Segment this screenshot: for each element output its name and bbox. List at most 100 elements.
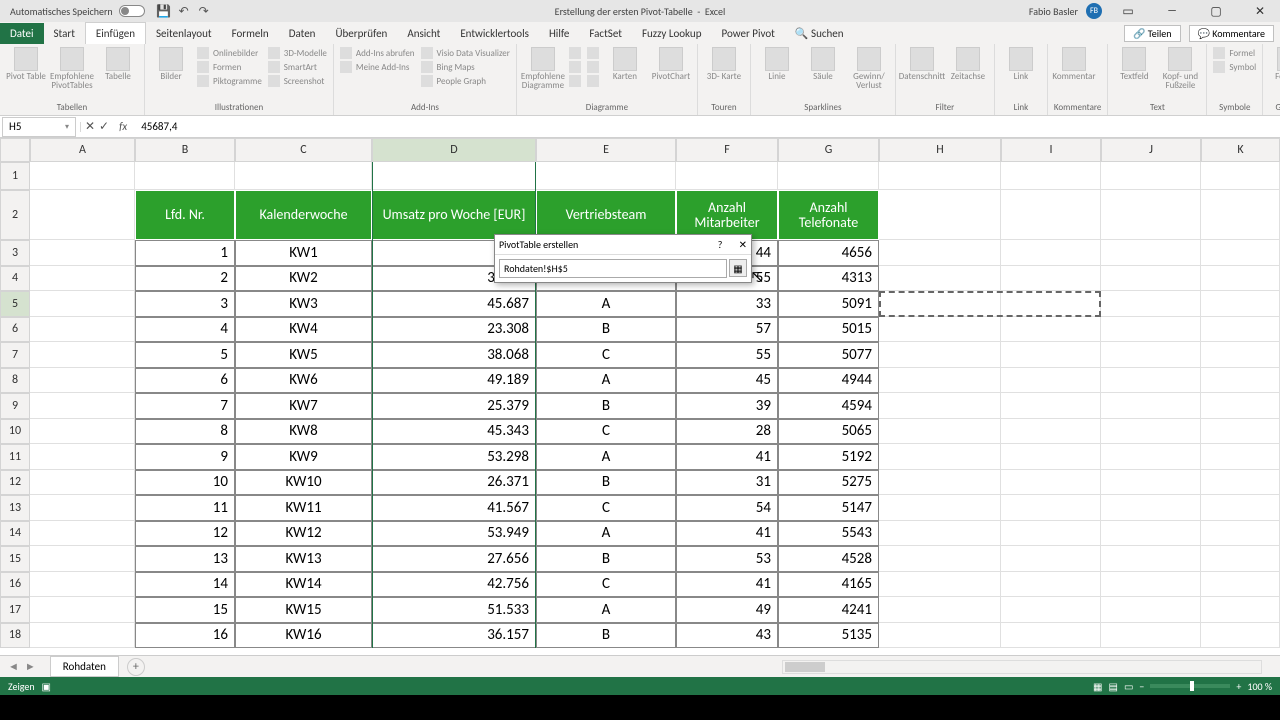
dialog-help-button[interactable]: ? <box>718 238 723 251</box>
sparkline-wl-button[interactable]: Gewinn/ Verlust <box>849 47 889 90</box>
ribbon-options-icon[interactable]: ▭ <box>1110 1 1146 21</box>
online-pics-button[interactable]: Onlinebilder <box>197 47 262 59</box>
horizontal-scrollbar[interactable] <box>782 660 1262 674</box>
sheet-tab-rohdaten[interactable]: Rohdaten <box>50 656 119 677</box>
minimize-icon[interactable]: ― <box>1154 1 1190 21</box>
row-head-8[interactable]: 8 <box>0 368 30 394</box>
prev-sheet-icon[interactable]: ◄ <box>8 660 19 673</box>
link-button[interactable]: Link <box>1001 47 1041 81</box>
pivotchart-button[interactable]: PivotChart <box>651 47 691 81</box>
row-head-10[interactable]: 10 <box>0 419 30 445</box>
row-head-7[interactable]: 7 <box>0 342 30 368</box>
3dmodels-button[interactable]: 3D-Modelle <box>268 47 327 59</box>
pictures-button[interactable]: Bilder <box>151 47 191 81</box>
save-icon[interactable]: 💾 <box>157 4 171 18</box>
row-head-17[interactable]: 17 <box>0 597 30 623</box>
row-head-4[interactable]: 4 <box>0 266 30 292</box>
fx-icon[interactable]: fx <box>111 120 135 133</box>
row-head-14[interactable]: 14 <box>0 521 30 547</box>
comment-button[interactable]: Kommentar <box>1054 47 1094 81</box>
zoom-out-icon[interactable]: − <box>1139 680 1144 693</box>
3dmap-button[interactable]: 3D- Karte <box>704 47 744 81</box>
tab-formulas[interactable]: Formeln <box>222 23 279 44</box>
slicer-button[interactable]: Datenschnitt <box>902 47 942 81</box>
row-head-13[interactable]: 13 <box>0 495 30 521</box>
name-box[interactable]: H5▾ <box>2 117 76 137</box>
row-head-2[interactable]: 2 <box>0 190 30 240</box>
col-head-A[interactable]: A <box>30 138 135 162</box>
row-head-16[interactable]: 16 <box>0 572 30 598</box>
add-sheet-button[interactable]: + <box>127 658 145 676</box>
icons-button[interactable]: Piktogramme <box>197 75 262 87</box>
pivottable-button[interactable]: Pivot Table <box>6 47 46 81</box>
tab-insert[interactable]: Einfügen <box>85 22 146 44</box>
rec-charts-button[interactable]: Empfohlene Diagramme <box>523 47 563 90</box>
zoom-slider[interactable] <box>1150 684 1230 688</box>
sparkline-line-button[interactable]: Linie <box>757 47 797 81</box>
tab-fuzzy[interactable]: Fuzzy Lookup <box>632 23 712 44</box>
row-head-11[interactable]: 11 <box>0 444 30 470</box>
smartart-button[interactable]: SmartArt <box>268 61 327 73</box>
symbol-button[interactable]: Symbol <box>1213 61 1256 73</box>
search-box[interactable]: 🔍 Suchen <box>785 23 854 44</box>
timeline-button[interactable]: Zeitachse <box>948 47 988 81</box>
col-head-I[interactable]: I <box>1001 138 1101 162</box>
table-button[interactable]: Tabelle <box>98 47 138 81</box>
tab-review[interactable]: Überprüfen <box>325 23 397 44</box>
row-head-3[interactable]: 3 <box>0 240 30 266</box>
row-head-18[interactable]: 18 <box>0 623 30 649</box>
tab-view[interactable]: Ansicht <box>397 23 450 44</box>
row-head-15[interactable]: 15 <box>0 546 30 572</box>
undo-icon[interactable]: ↶ <box>177 4 191 18</box>
accept-formula-icon[interactable]: ✓ <box>97 120 111 134</box>
col-head-G[interactable]: G <box>778 138 879 162</box>
tab-data[interactable]: Daten <box>279 23 326 44</box>
row-head-9[interactable]: 9 <box>0 393 30 419</box>
macro-record-icon[interactable]: ▣ <box>41 680 50 693</box>
dialog-expand-button[interactable]: ▦ <box>729 259 747 277</box>
col-head-D[interactable]: D <box>372 138 536 162</box>
col-head-K[interactable]: K <box>1201 138 1280 162</box>
get-addins-button[interactable]: Add-Ins abrufen <box>340 47 415 59</box>
tab-file[interactable]: Datei <box>0 23 44 44</box>
textbox-button[interactable]: Textfeld <box>1114 47 1154 81</box>
col-head-B[interactable]: B <box>135 138 235 162</box>
my-addins-button[interactable]: Meine Add-Ins <box>340 61 415 73</box>
col-head-C[interactable]: C <box>235 138 372 162</box>
row-head-6[interactable]: 6 <box>0 317 30 343</box>
view-pagebreak-icon[interactable]: ▭ <box>1124 680 1133 693</box>
equation-button[interactable]: Formel <box>1213 47 1256 59</box>
col-head-H[interactable]: H <box>879 138 1001 162</box>
select-all-corner[interactable] <box>0 138 30 162</box>
screenshot-button[interactable]: Screenshot <box>268 75 327 87</box>
peoplegraph-button[interactable]: People Graph <box>421 75 510 87</box>
close-icon[interactable]: ✕ <box>1242 1 1278 21</box>
comments-button[interactable]: 💬 Kommentare <box>1189 25 1274 42</box>
maximize-icon[interactable]: ▢ <box>1198 1 1234 21</box>
share-button[interactable]: 🔗 Teilen <box>1124 25 1181 42</box>
sparkline-col-button[interactable]: Säule <box>803 47 843 81</box>
worksheet[interactable]: ABCDEFGHIJK123456789101112131415161718Lf… <box>0 138 1280 655</box>
tab-dev[interactable]: Entwicklertools <box>450 23 539 44</box>
dialog-range-input[interactable] <box>499 259 727 278</box>
newgroup-shapes-button[interactable]: Formen <box>1269 47 1280 81</box>
rec-pivot-button[interactable]: Empfohlene PivotTables <box>52 47 92 90</box>
next-sheet-icon[interactable]: ► <box>25 660 36 673</box>
headerfooter-button[interactable]: Kopf- und Fußzeile <box>1160 47 1200 90</box>
row-head-12[interactable]: 12 <box>0 470 30 496</box>
tab-start[interactable]: Start <box>44 23 85 44</box>
visio-button[interactable]: Visio Data Visualizer <box>421 47 510 59</box>
dialog-close-button[interactable]: ✕ <box>739 238 747 251</box>
zoom-in-icon[interactable]: + <box>1236 680 1241 693</box>
view-pagelayout-icon[interactable]: ▤ <box>1109 680 1118 693</box>
bingmaps-button[interactable]: Bing Maps <box>421 61 510 73</box>
autosave-toggle[interactable] <box>119 5 145 17</box>
col-head-J[interactable]: J <box>1101 138 1201 162</box>
col-head-E[interactable]: E <box>536 138 676 162</box>
user-avatar[interactable]: FB <box>1086 3 1102 19</box>
row-head-1[interactable]: 1 <box>0 162 30 190</box>
cancel-formula-icon[interactable]: ✕ <box>83 120 97 134</box>
maps-button[interactable]: Karten <box>605 47 645 81</box>
formula-input[interactable]: 45687,4 <box>135 120 1280 133</box>
redo-icon[interactable]: ↷ <box>197 4 211 18</box>
